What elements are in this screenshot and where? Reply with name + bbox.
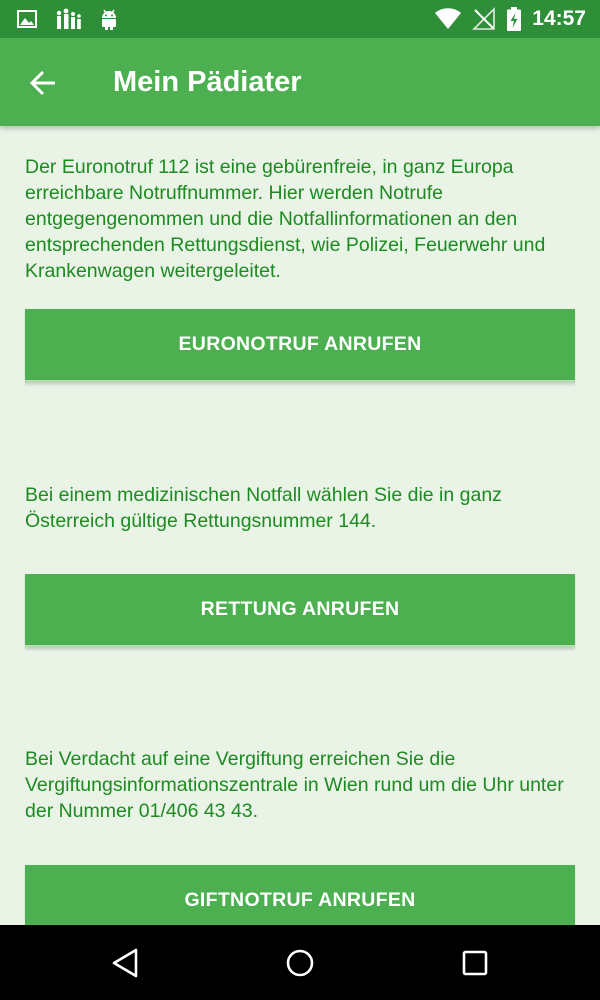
image-icon [17, 10, 37, 28]
nav-home-button[interactable] [274, 937, 326, 989]
status-left-icons [16, 7, 120, 31]
nav-back-icon [112, 948, 138, 978]
nav-recents-button[interactable] [449, 937, 501, 989]
android-icon [102, 9, 116, 30]
battery-charging-icon [507, 7, 522, 31]
euronotruf-info-text: Der Euronotruf 112 ist eine gebürenfreie… [25, 156, 546, 282]
cellular-no-signal-icon [472, 7, 496, 30]
status-time: 14:57 [532, 7, 586, 30]
giftnotruf-call-button[interactable]: GIFTNOTRUF ANRUFEN [25, 865, 575, 925]
nav-recents-icon [462, 950, 488, 976]
app-bar: Mein Pädiater [0, 38, 600, 126]
rettung-call-button[interactable]: RETTUNG ANRUFEN [25, 574, 575, 648]
navigation-bar [0, 925, 600, 1000]
back-button[interactable] [18, 58, 68, 108]
page-title: Mein Pädiater [113, 66, 302, 98]
main-content[interactable]: Der Euronotruf 112 ist eine gebürenfreie… [0, 126, 600, 925]
giftnotruf-info-text: Bei Verdacht auf eine Vergiftung erreich… [25, 748, 564, 822]
nav-back-button[interactable] [99, 937, 151, 989]
status-bar: 14:57 [0, 0, 600, 38]
euronotruf-call-button[interactable]: EURONOTRUF ANRUFEN [25, 309, 575, 383]
wifi-icon [435, 8, 462, 29]
family-app-icon [56, 8, 81, 29]
rettung-info-text: Bei einem medizinischen Notfall wählen S… [25, 484, 502, 532]
status-right: 14:57 [434, 5, 586, 33]
arrow-back-icon [29, 70, 55, 96]
nav-home-icon [286, 949, 314, 977]
screen: 14:57 Mein Pädiater Der Euronotruf 112 i… [0, 0, 600, 1000]
